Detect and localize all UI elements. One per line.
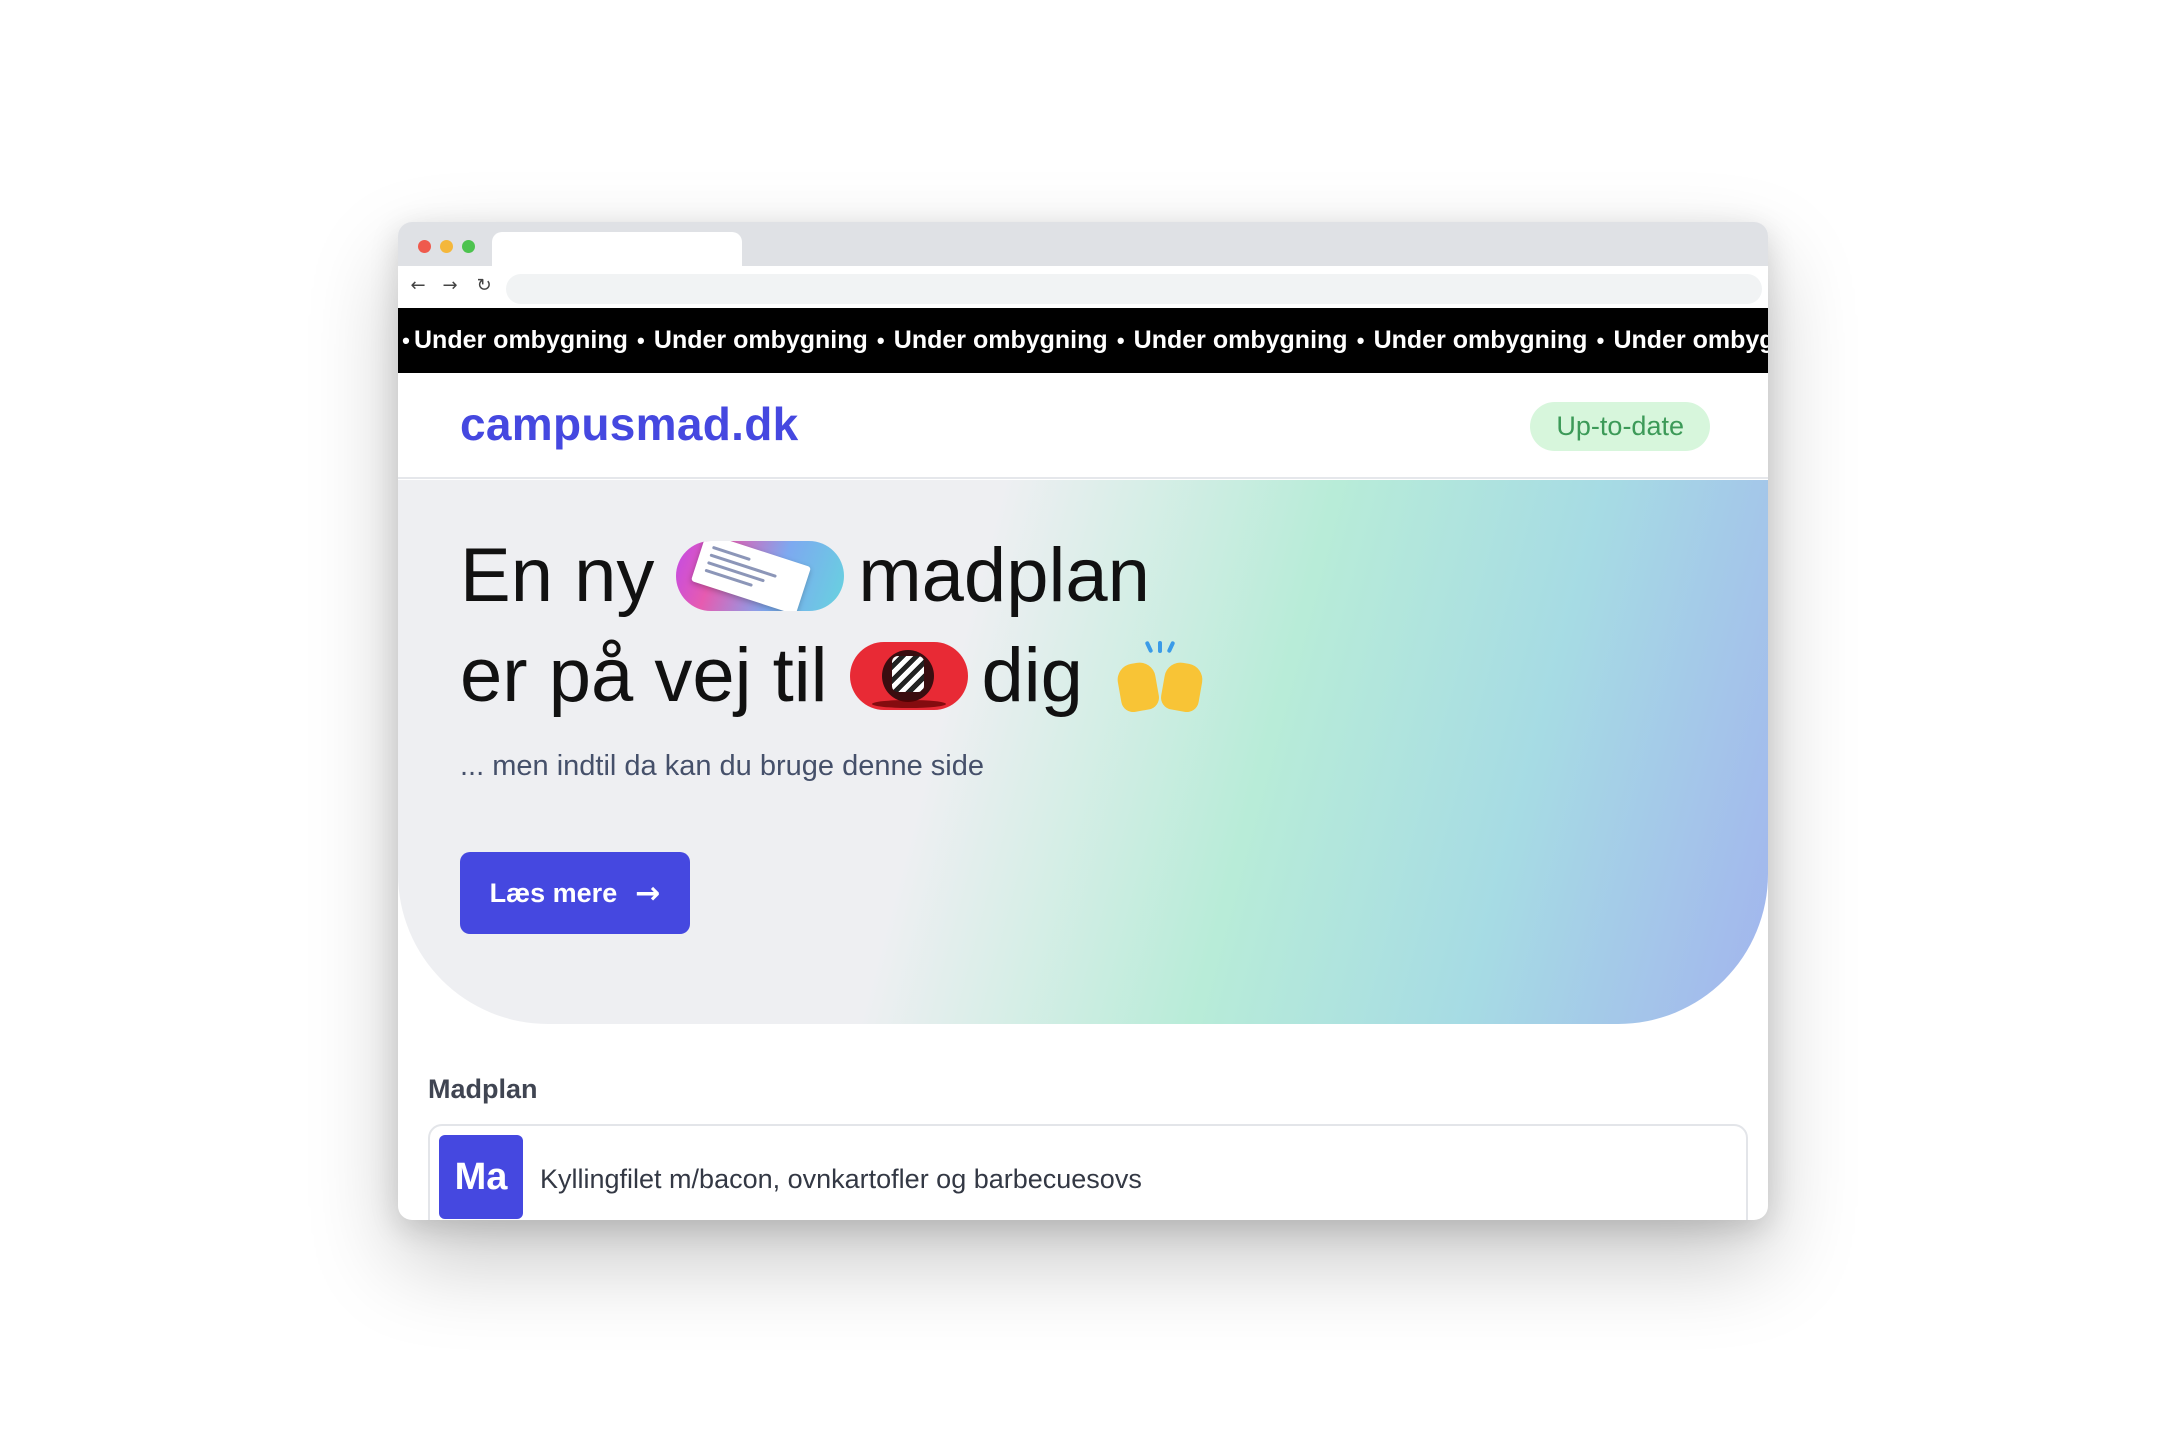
marquee-separator: • <box>637 327 645 353</box>
meal-plan-pill-icon <box>676 540 845 611</box>
announcement-marquee: • Under ombygning • Under ombygning • Un… <box>398 308 1768 373</box>
hero-heading-line-1: En ny madplan <box>460 532 1150 619</box>
marquee-separator: • <box>1596 327 1605 353</box>
browser-toolbar: ← → ↻ <box>398 266 1768 308</box>
hero-heading-text: En ny <box>460 533 655 618</box>
marquee-item: Under ombygning <box>653 326 868 354</box>
raising-hands-icon <box>1115 640 1205 714</box>
hero-heading-line-2: er på vej til dig <box>460 632 1205 719</box>
browser-tab-bar <box>398 222 1768 266</box>
address-bar[interactable] <box>506 274 1762 304</box>
hero-section: En ny madplan er på vej til dig ... men … <box>398 480 1768 1024</box>
arrow-right-icon: → <box>635 875 661 911</box>
browser-window: ← → ↻ • Under ombygning • Under ombygnin… <box>398 222 1768 1220</box>
read-more-label: Læs mere <box>489 877 618 908</box>
marquee-item: Under ombygning <box>1373 326 1588 354</box>
page-background: ← → ↻ • Under ombygning • Under ombygnin… <box>0 0 2158 1438</box>
site-logo[interactable]: campusmad.dk <box>460 397 799 451</box>
reload-icon[interactable]: ↻ <box>472 274 496 298</box>
running-figure-pill-icon <box>849 641 968 710</box>
minimize-window-button[interactable] <box>440 240 453 253</box>
marquee-item: Under ombygning <box>1133 326 1348 354</box>
marquee-item: Under ombygning <box>1613 326 1768 354</box>
hero-heading-text: madplan <box>858 533 1150 618</box>
figure-shadow <box>871 699 946 708</box>
marquee-separator: • <box>1356 327 1365 353</box>
marquee-separator: • <box>1116 327 1125 353</box>
day-badge: Ma <box>439 1135 523 1219</box>
status-badge: Up-to-date <box>1530 402 1710 451</box>
menu-item-card[interactable]: Ma Kyllingfilet m/bacon, ovnkartofler og… <box>428 1124 1748 1220</box>
hero-heading-text: er på vej til <box>460 633 828 718</box>
hero-heading-text: dig <box>981 633 1083 718</box>
hero-subtitle: ... men indtil da kan du bruge denne sid… <box>460 750 984 782</box>
back-arrow-icon[interactable]: ← <box>406 274 430 298</box>
read-more-button[interactable]: Læs mere → <box>460 852 690 934</box>
marquee-separator: • <box>876 327 885 353</box>
maximize-window-button[interactable] <box>462 240 475 253</box>
marquee-track: • Under ombygning • Under ombygning • Un… <box>398 308 1768 373</box>
marquee-item: Under ombygning <box>414 326 628 354</box>
site-header: campusmad.dk Up-to-date <box>398 373 1768 479</box>
meal-plan-sheet <box>691 540 812 611</box>
marquee-item: Under ombygning <box>893 326 1108 354</box>
close-window-button[interactable] <box>418 240 431 253</box>
section-title: Madplan <box>428 1074 538 1104</box>
browser-tab[interactable] <box>492 232 742 266</box>
forward-arrow-icon[interactable]: → <box>438 274 462 298</box>
running-figure <box>881 649 934 702</box>
marquee-separator: • <box>402 327 410 353</box>
dish-name: Kyllingfilet m/bacon, ovnkartofler og ba… <box>540 1164 1142 1194</box>
